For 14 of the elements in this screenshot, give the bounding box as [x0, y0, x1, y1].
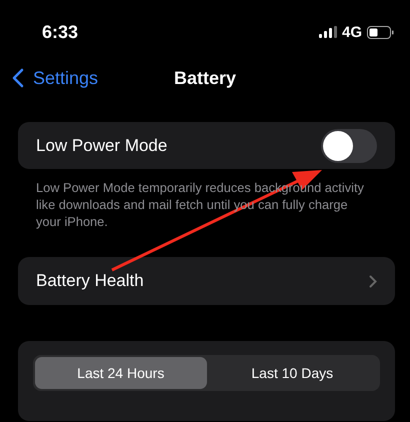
segment-tab[interactable]: Last 10 Days: [206, 357, 378, 389]
battery-icon: [367, 26, 394, 38]
back-button[interactable]: Settings: [0, 68, 98, 88]
chevron-left-icon: [12, 68, 24, 88]
toggle-switch[interactable]: [321, 128, 377, 162]
chevron-right-icon: [369, 274, 377, 288]
status-time: 6:33: [42, 22, 78, 42]
settings-row[interactable]: Battery Health: [18, 257, 395, 305]
row-label: Battery Health: [36, 271, 144, 291]
signal-icon: [318, 26, 337, 38]
network-label: 4G: [342, 24, 362, 40]
segment-tab[interactable]: Last 24 Hours: [35, 357, 206, 389]
row-label: Low Power Mode: [36, 136, 168, 156]
page-title: Battery: [174, 68, 236, 88]
